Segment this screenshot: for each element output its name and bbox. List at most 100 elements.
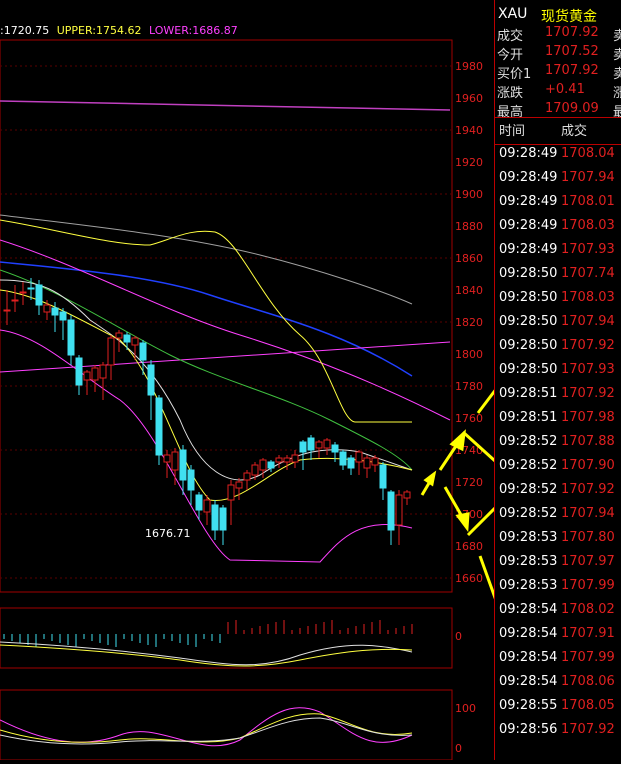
candle-body (387, 491, 395, 531)
macd-histogram (3, 620, 413, 647)
osc-label-0: 0 (455, 742, 462, 755)
osc-white-line (0, 717, 413, 745)
candle-body (347, 457, 355, 469)
tick-price: 1707.92 (561, 338, 615, 353)
candle-body (267, 461, 275, 469)
candle-body (355, 451, 363, 463)
tick-price: 1708.04 (561, 146, 615, 161)
candle-body (227, 484, 235, 501)
ma-long-line (0, 100, 451, 111)
candle-body (51, 307, 59, 316)
tick-price: 1708.01 (561, 194, 615, 209)
price-axis-label: 1680 (455, 540, 483, 553)
candle-body (275, 457, 283, 463)
price-axis-label: 1920 (455, 156, 483, 169)
tick-row: 09:28:49 1708.03 (495, 218, 621, 242)
candle-body (99, 364, 107, 379)
tick-price: 1708.03 (561, 290, 615, 305)
tick-price: 1707.98 (561, 410, 615, 425)
tick-time: 09:28:50 (499, 266, 558, 281)
tick-row: 09:28:54 1708.06 (495, 674, 621, 698)
macd-zero-label: 0 (455, 630, 462, 643)
candle-body (235, 481, 243, 489)
price-axis-label: 1800 (455, 348, 483, 361)
candle-body (371, 457, 379, 466)
candle-body (131, 337, 139, 346)
price-axis-label: 1660 (455, 572, 483, 585)
chart-canvas[interactable]: 1980 1960 1940 1920 1900 1880 1860 1840 1820 1800… (0, 0, 570, 761)
tick-time: 09:28:55 (499, 698, 558, 713)
tick-row: 09:28:49 1708.04 (495, 146, 621, 170)
tick-row: 09:28:52 1707.90 (495, 458, 621, 482)
tick-row: 09:28:55 1708.05 (495, 698, 621, 722)
kline-chart[interactable]: 1980 1960 1940 1920 1900 1880 1860 1840 1820 1800… (0, 0, 570, 761)
osc-label-100: 100 (455, 702, 476, 715)
ticks-header: 时间 成交 (495, 120, 621, 144)
tick-price: 1707.92 (561, 722, 615, 737)
bb-mid-value: :1720.75 (0, 24, 50, 37)
candle-body (339, 451, 347, 466)
candle-body (59, 311, 67, 321)
price-axis-labels: 1980 1960 1940 1920 1900 1880 1860 1840 1820 1800… (455, 60, 483, 585)
tick-time: 09:28:51 (499, 410, 558, 425)
ticks-price-header: 成交 (561, 124, 588, 139)
candle-body (3, 309, 11, 312)
macd-dea-line (0, 644, 413, 667)
tick-row: 09:28:50 1707.93 (495, 362, 621, 386)
tick-row: 09:28:49 1707.93 (495, 242, 621, 266)
tick-time: 09:28:53 (499, 578, 558, 593)
tick-row: 09:28:51 1707.98 (495, 410, 621, 434)
tick-price: 1707.99 (561, 578, 615, 593)
price-axis-label: 1960 (455, 92, 483, 105)
tick-row: 09:28:54 1707.99 (495, 650, 621, 674)
price-axis-label: 1900 (455, 188, 483, 201)
tick-time: 09:28:54 (499, 626, 558, 641)
tick-time: 09:28:49 (499, 170, 558, 185)
quote-row: 涨跌 +0.41 涨 (495, 82, 621, 101)
candle-body (315, 441, 323, 449)
quote-row: 买价1 1707.92 卖 (495, 63, 621, 82)
tick-time: 09:28:51 (499, 386, 558, 401)
quote-side-label: 涨 (613, 86, 621, 101)
candle-body (219, 507, 227, 531)
tick-price: 1707.97 (561, 554, 615, 569)
price-axis-label: 1820 (455, 316, 483, 329)
candle-body (147, 364, 155, 396)
price-axis-label: 1880 (455, 220, 483, 233)
tick-row: 09:28:52 1707.92 (495, 482, 621, 506)
candle-body (363, 457, 371, 469)
tick-row: 09:28:54 1707.91 (495, 626, 621, 650)
tick-time: 09:28:52 (499, 434, 558, 449)
quote-value: 1707.52 (545, 44, 599, 59)
quote-panel: XAU 现货黄金 成交 1707.92 卖今开 1707.52 卖买价1 1707.92 卖… (494, 0, 621, 760)
tick-row: 09:28:52 1707.88 (495, 434, 621, 458)
candle-body (75, 357, 83, 386)
bollinger-legend: :1720.75 UPPER:1754.62 LOWER:1686.87 (0, 24, 242, 37)
candle-body (203, 499, 211, 513)
tick-price: 1707.94 (561, 314, 615, 329)
quote-row: 成交 1707.92 卖 (495, 25, 621, 44)
price-axis-label: 1760 (455, 412, 483, 425)
price-axis-label: 1860 (455, 252, 483, 265)
tick-time: 09:28:54 (499, 602, 558, 617)
candle-body (187, 469, 195, 491)
bb-upper-line (0, 219, 412, 423)
tick-row: 09:28:53 1707.80 (495, 530, 621, 554)
tick-time: 09:28:52 (499, 506, 558, 521)
symbol-code: XAU (498, 6, 528, 22)
tick-row: 09:28:49 1708.01 (495, 194, 621, 218)
tick-row: 09:28:50 1707.74 (495, 266, 621, 290)
candle-body (283, 457, 291, 463)
candle-body (323, 439, 331, 449)
osc-yellow-line (0, 713, 413, 743)
tick-row: 09:28:52 1707.94 (495, 506, 621, 530)
quote-label: 成交 (497, 29, 524, 44)
tick-time: 09:28:52 (499, 458, 558, 473)
candle-body (115, 332, 123, 339)
price-axis-label: 1840 (455, 284, 483, 297)
quote-row: 今开 1707.52 卖 (495, 44, 621, 63)
tick-time: 09:28:49 (499, 146, 558, 161)
candle-body (139, 342, 147, 361)
symbol-header[interactable]: XAU 现货黄金 (495, 3, 621, 25)
tick-price: 1708.03 (561, 218, 615, 233)
